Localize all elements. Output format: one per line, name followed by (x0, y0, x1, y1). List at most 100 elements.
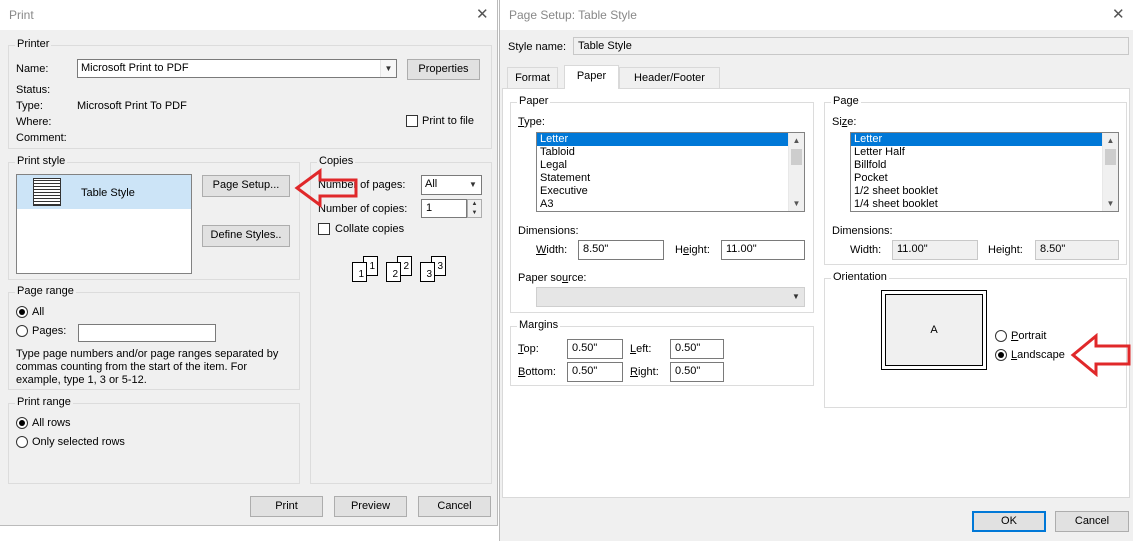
copies-group-label: Copies (317, 155, 356, 167)
chevron-down-icon[interactable]: ▼ (1103, 196, 1118, 211)
collate-copies-checkbox[interactable] (318, 223, 330, 235)
margin-left-label: Left: (630, 343, 652, 355)
printer-status-label: Status: (16, 84, 51, 96)
list-item[interactable]: Letter (851, 133, 1118, 146)
tab-header-footer[interactable]: Header/Footer (619, 67, 720, 88)
margin-bottom-input[interactable]: 0.50" (567, 362, 623, 382)
page-setup-dialog: Page Setup: Table Style ✕ Style name: Ta… (499, 0, 1133, 541)
printer-comment-label: Comment: (16, 132, 67, 144)
cancel-button[interactable]: Cancel (418, 496, 491, 517)
page-group-label: Page (831, 95, 861, 107)
chevron-up-icon[interactable]: ▲ (789, 133, 804, 148)
tab-paper[interactable]: Paper (564, 65, 619, 89)
ok-button[interactable]: OK (972, 511, 1046, 532)
chevron-up-icon[interactable]: ▲ (1103, 133, 1118, 148)
list-item[interactable]: 1/4 sheet booklet (851, 198, 1118, 211)
page-range-pages-radio[interactable] (16, 325, 28, 337)
print-dialog-title: Print (9, 8, 34, 22)
page-width-input[interactable]: 11.00" (892, 240, 978, 260)
page-size-list[interactable]: Letter Letter Half Billfold Pocket 1/2 s… (850, 132, 1119, 212)
paper-width-input[interactable]: 8.50" (578, 240, 664, 260)
page-range-pages-label: Pages: (32, 325, 67, 337)
chevron-down-icon[interactable]: ▼ (788, 288, 804, 306)
annotation-arrow-icon (294, 168, 358, 208)
paper-type-list[interactable]: Letter Tabloid Legal Statement Executive… (536, 132, 805, 212)
collate-illustration: 1 1 2 2 3 3 (352, 256, 452, 286)
page-setup-titlebar: Page Setup: Table Style ✕ (500, 0, 1133, 30)
paper-source-select[interactable]: ▼ (536, 287, 805, 307)
print-style-item[interactable]: Table Style (17, 175, 191, 209)
page-dimensions-label: Dimensions: (832, 225, 893, 237)
pages-input[interactable] (78, 324, 216, 342)
copies-stepper[interactable]: ▲ ▼ (467, 199, 482, 218)
margin-left-input[interactable]: 0.50" (670, 339, 724, 359)
portrait-radio[interactable] (995, 330, 1007, 342)
tab-format[interactable]: Format (507, 67, 558, 88)
list-item[interactable]: Executive (537, 185, 804, 198)
paper-group-label: Paper (517, 95, 551, 107)
paper-type-label: Type: (518, 116, 545, 128)
list-item[interactable]: Billfold (851, 159, 1118, 172)
landscape-radio[interactable] (995, 349, 1007, 361)
print-range-group-label: Print range (15, 396, 73, 408)
list-item[interactable]: Pocket (851, 172, 1118, 185)
style-name-label: Style name: (508, 41, 567, 53)
chevron-down-icon[interactable]: ▼ (465, 176, 481, 194)
chevron-down-icon[interactable]: ▼ (789, 196, 804, 211)
paper-type-scrollbar[interactable]: ▲ ▼ (788, 133, 804, 211)
all-rows-radio[interactable] (16, 417, 28, 429)
list-item[interactable]: 1/2 sheet booklet (851, 185, 1118, 198)
print-to-file-checkbox[interactable] (406, 115, 418, 127)
paper-dimensions-label: Dimensions: (518, 225, 579, 237)
page-range-help-line: commas counting from the start of the it… (16, 361, 248, 373)
close-icon[interactable]: ✕ (476, 5, 489, 23)
printer-name-label: Name: (16, 63, 49, 75)
page-range-group-label: Page range (15, 285, 76, 297)
close-icon[interactable]: ✕ (1112, 5, 1125, 23)
orientation-preview: A (881, 290, 987, 370)
list-item[interactable]: Statement (537, 172, 804, 185)
chevron-down-icon[interactable]: ▼ (380, 60, 396, 77)
list-item[interactable]: Legal (537, 159, 804, 172)
margin-right-input[interactable]: 0.50" (670, 362, 724, 382)
annotation-arrow-icon (1070, 333, 1131, 377)
margin-bottom-label: Bottom: (518, 366, 556, 378)
preview-button[interactable]: Preview (334, 496, 407, 517)
define-styles-button[interactable]: Define Styles.. (202, 225, 290, 247)
print-dialog-titlebar: Print ✕ (0, 0, 497, 30)
print-style-item-label: Table Style (81, 187, 135, 199)
collate-page: 3 (420, 262, 435, 282)
list-item[interactable]: Tabloid (537, 146, 804, 159)
page-setup-button[interactable]: Page Setup... (202, 175, 290, 197)
page-setup-cancel-button[interactable]: Cancel (1055, 511, 1129, 532)
page-range-all-label: All (32, 306, 45, 318)
printer-name-select[interactable]: Microsoft Print to PDF ▼ (77, 59, 397, 78)
number-of-copies-input[interactable]: 1 (421, 199, 467, 218)
style-name-input[interactable]: Table Style (573, 37, 1129, 55)
orientation-preview-page: A (885, 294, 983, 366)
scrollbar-thumb[interactable] (1105, 149, 1116, 165)
paper-width-label: Width: (536, 244, 568, 256)
selected-rows-label: Only selected rows (32, 436, 125, 448)
scrollbar-thumb[interactable] (791, 149, 802, 165)
number-of-pages-select[interactable]: All ▼ (421, 175, 482, 195)
paper-source-label: Paper source: (518, 272, 587, 284)
page-height-input[interactable]: 8.50" (1035, 240, 1119, 260)
printer-group-label: Printer (15, 38, 52, 50)
list-item[interactable]: A3 (537, 198, 804, 211)
collate-page: 1 (352, 262, 367, 282)
print-button[interactable]: Print (250, 496, 323, 517)
page-range-all-radio[interactable] (16, 306, 28, 318)
paper-height-input[interactable]: 11.00" (721, 240, 805, 260)
page-range-help-line: example, type 1, 3 or 5-12. (16, 374, 147, 386)
margin-top-input[interactable]: 0.50" (567, 339, 623, 359)
properties-button[interactable]: Properties (407, 59, 480, 80)
collate-page: 2 (386, 262, 401, 282)
list-item[interactable]: Letter (537, 133, 804, 146)
page-size-scrollbar[interactable]: ▲ ▼ (1102, 133, 1118, 211)
selected-rows-radio[interactable] (16, 436, 28, 448)
print-style-list[interactable]: Table Style (16, 174, 192, 274)
print-dialog: Print ✕ Printer Name: Microsoft Print to… (0, 0, 498, 526)
printer-type-value: Microsoft Print To PDF (77, 100, 187, 112)
list-item[interactable]: Letter Half (851, 146, 1118, 159)
